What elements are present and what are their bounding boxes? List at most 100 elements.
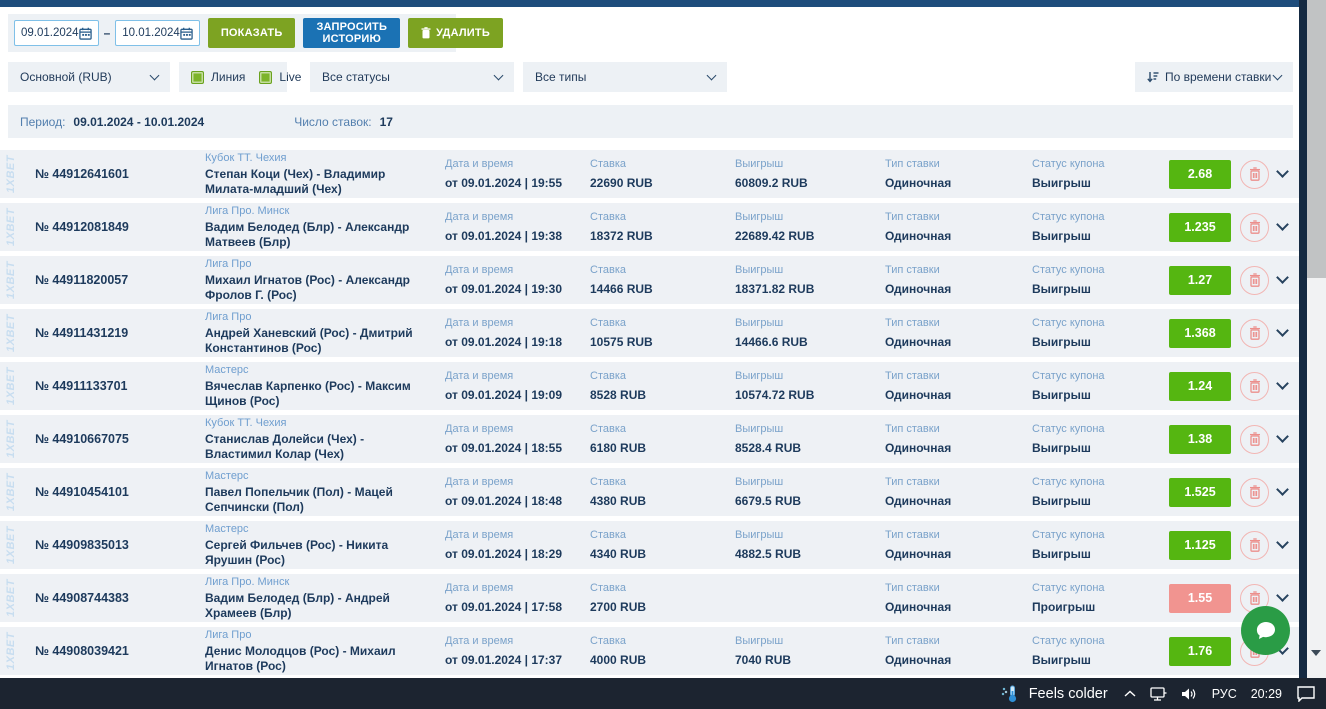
type-select[interactable]: Все типы bbox=[523, 62, 727, 92]
date-cell: Дата и время от 09.01.2024 | 17:58 bbox=[445, 582, 590, 614]
calendar-icon bbox=[180, 27, 193, 40]
network-icon[interactable] bbox=[1150, 686, 1167, 701]
date-cell: Дата и время от 09.01.2024 | 17:37 bbox=[445, 635, 590, 667]
expand-row-chevron[interactable] bbox=[1276, 271, 1289, 284]
notification-center-icon[interactable] bbox=[1296, 685, 1316, 702]
win-value: 18371.82 RUB bbox=[735, 282, 815, 296]
coefficient-badge: 1.38 bbox=[1169, 424, 1231, 454]
brand-watermark: 1XBET bbox=[5, 632, 17, 670]
date-from-value: 09.01.2024 bbox=[21, 27, 79, 39]
language-indicator[interactable]: РУС bbox=[1212, 687, 1237, 701]
brand-watermark: 1XBET bbox=[5, 314, 17, 352]
expand-row-chevron[interactable] bbox=[1276, 165, 1289, 178]
coefficient-badge: 2.68 bbox=[1169, 159, 1231, 189]
trash-icon bbox=[1249, 538, 1260, 552]
match-name: Вадим Белодед (Блр) - Андрей Храмеев (Бл… bbox=[205, 590, 390, 620]
live-checkbox-group[interactable]: Live bbox=[259, 70, 301, 84]
tray-expand-chevron-icon[interactable] bbox=[1124, 690, 1136, 698]
scrollbar-down-arrow-icon[interactable] bbox=[1311, 650, 1321, 656]
status-value: Выигрыш bbox=[1032, 229, 1091, 243]
type-value: Одиночная bbox=[885, 282, 952, 296]
bet-id: № 44911133701 bbox=[35, 379, 128, 393]
expand-row-chevron[interactable] bbox=[1276, 377, 1289, 390]
type-cell: Тип ставки Одиночная bbox=[885, 635, 1032, 667]
type-value: Одиночная bbox=[885, 441, 952, 455]
status-select-value: Все статусы bbox=[322, 70, 390, 84]
win-cell: Выигрыш 4882.5 RUB bbox=[735, 529, 885, 561]
date-from-input[interactable]: 09.01.2024 bbox=[14, 20, 99, 46]
trash-icon bbox=[1249, 167, 1260, 181]
win-label: Выигрыш bbox=[735, 529, 784, 541]
match-name: Вячеслав Карпенко (Рос) - Максим Щинов (… bbox=[205, 378, 411, 408]
match-name: Сергей Фильчев (Рос) - Никита Ярушин (Ро… bbox=[205, 537, 389, 567]
sort-select[interactable]: По времени ставки bbox=[1135, 62, 1293, 92]
delete-button[interactable]: УДАЛИТЬ bbox=[408, 18, 503, 48]
request-history-button[interactable]: ЗАПРОСИТЬ ИСТОРИЮ bbox=[303, 18, 401, 48]
delete-bet-button[interactable] bbox=[1240, 212, 1269, 242]
brand-watermark: 1XBET bbox=[5, 208, 17, 246]
line-checkbox-group[interactable]: Линия bbox=[191, 70, 245, 84]
stake-label: Ставка bbox=[590, 529, 626, 541]
type-value: Одиночная bbox=[885, 600, 952, 614]
date-value: от 09.01.2024 | 19:30 bbox=[445, 282, 563, 296]
date-label: Дата и время bbox=[445, 370, 514, 382]
match-cell: Лига Про Денис Молодцов (Рос) - Михаил И… bbox=[205, 629, 445, 674]
show-button[interactable]: ПОКАЗАТЬ bbox=[207, 18, 296, 48]
match-name: Павел Попельчик (Пол) - Мацей Сепчински … bbox=[205, 484, 393, 514]
date-to-input[interactable]: 10.01.2024 bbox=[115, 20, 200, 46]
trash-icon bbox=[1249, 326, 1260, 340]
system-tray: РУС 20:29 bbox=[1124, 687, 1282, 701]
bet-row: 1XBET № 44910454101 Мастерс Павел Попель… bbox=[0, 468, 1299, 516]
scrollbar-track[interactable] bbox=[1307, 0, 1326, 678]
delete-bet-button[interactable] bbox=[1240, 477, 1269, 507]
type-cell: Тип ставки Одиночная bbox=[885, 582, 1032, 614]
expand-row-chevron[interactable] bbox=[1276, 483, 1289, 496]
date-value: от 09.01.2024 | 19:18 bbox=[445, 335, 563, 349]
account-select-value: Основной (RUB) bbox=[20, 70, 112, 84]
expand-row-chevron[interactable] bbox=[1276, 589, 1289, 602]
league-name: Кубок ТТ. Чехия bbox=[205, 416, 287, 429]
stake-cell: Ставка 4380 RUB bbox=[590, 476, 735, 508]
win-cell: Выигрыш 7040 RUB bbox=[735, 635, 885, 667]
delete-bet-button[interactable] bbox=[1240, 530, 1269, 560]
date-value: от 09.01.2024 | 17:37 bbox=[445, 653, 563, 667]
brand-watermark: 1XBET bbox=[5, 526, 17, 564]
chat-button[interactable] bbox=[1241, 606, 1290, 655]
expand-row-chevron[interactable] bbox=[1276, 430, 1289, 443]
delete-bet-button[interactable] bbox=[1240, 371, 1269, 401]
delete-bet-button[interactable] bbox=[1240, 424, 1269, 454]
delete-bet-button[interactable] bbox=[1240, 318, 1269, 348]
expand-row-chevron[interactable] bbox=[1276, 536, 1289, 549]
row-actions: 1.368 bbox=[1166, 318, 1299, 348]
live-checkbox[interactable] bbox=[259, 70, 273, 84]
stake-value: 2700 RUB bbox=[590, 600, 647, 614]
delete-bet-button[interactable] bbox=[1240, 265, 1269, 295]
match-cell: Лига Про Михаил Игнатов (Рос) - Александ… bbox=[205, 258, 445, 303]
sort-select-inner: По времени ставки bbox=[1147, 70, 1271, 84]
volume-icon[interactable] bbox=[1181, 687, 1198, 701]
type-label: Тип ставки bbox=[885, 317, 940, 329]
expand-row-chevron[interactable] bbox=[1276, 324, 1289, 337]
chevron-down-icon bbox=[1272, 70, 1283, 80]
status-value: Выигрыш bbox=[1032, 335, 1091, 349]
date-range-separator: – bbox=[103, 26, 111, 40]
type-label: Тип ставки bbox=[885, 582, 940, 594]
status-cell: Статус купона Выигрыш bbox=[1032, 370, 1166, 402]
type-select-value: Все типы bbox=[535, 70, 587, 84]
win-cell: Выигрыш 18371.82 RUB bbox=[735, 264, 885, 296]
type-label: Тип ставки bbox=[885, 370, 940, 382]
bet-row: 1XBET № 44912081849 Лига Про. Минск Вади… bbox=[0, 203, 1299, 251]
account-select[interactable]: Основной (RUB) bbox=[8, 62, 170, 92]
status-select[interactable]: Все статусы bbox=[310, 62, 514, 92]
line-checkbox[interactable] bbox=[191, 70, 204, 84]
date-cell: Дата и время от 09.01.2024 | 18:29 bbox=[445, 529, 590, 561]
delete-bet-button[interactable] bbox=[1240, 159, 1269, 189]
expand-row-chevron[interactable] bbox=[1276, 218, 1289, 231]
status-label: Статус купона bbox=[1032, 635, 1105, 647]
clock[interactable]: 20:29 bbox=[1251, 687, 1282, 701]
win-cell: Выигрыш 6679.5 RUB bbox=[735, 476, 885, 508]
scrollbar-thumb[interactable] bbox=[1307, 0, 1326, 278]
type-value: Одиночная bbox=[885, 494, 952, 508]
type-cell: Тип ставки Одиночная bbox=[885, 529, 1032, 561]
weather-widget[interactable]: Feels colder bbox=[1001, 684, 1108, 704]
